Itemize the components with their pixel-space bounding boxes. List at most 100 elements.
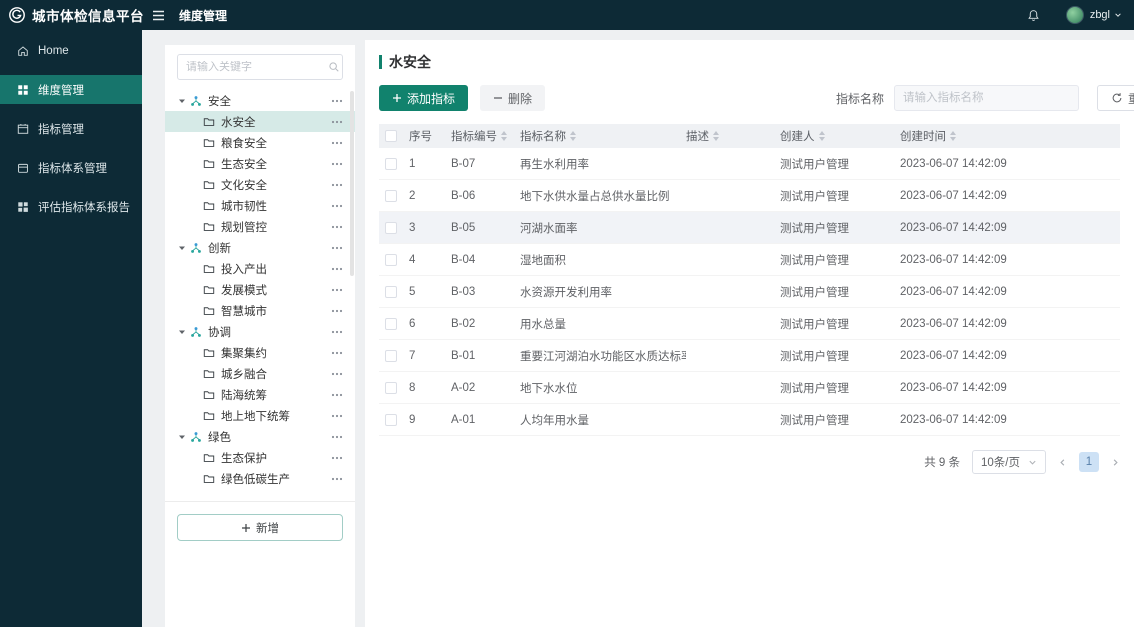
sort-icon[interactable] bbox=[570, 131, 576, 141]
table-row[interactable]: 7 B-01 重要江河湖泊水功能区水质达标率 测试用户管理 2023-06-07 14:… bbox=[379, 340, 1120, 372]
tree-group-node[interactable]: 绿色 bbox=[165, 426, 355, 447]
reset-button[interactable]: 重置 bbox=[1096, 85, 1134, 111]
tree-child-label: 生态保护 bbox=[221, 452, 267, 465]
tree-group-node[interactable]: 协调 bbox=[165, 321, 355, 342]
row-checkbox[interactable] bbox=[385, 317, 397, 330]
sort-icon[interactable] bbox=[713, 131, 719, 141]
row-checkbox[interactable] bbox=[385, 221, 397, 234]
table-row[interactable]: 9 A-01 人均年用水量 测试用户管理 2023-06-07 14:42:09 bbox=[379, 404, 1120, 436]
more-actions-icon[interactable] bbox=[331, 246, 343, 250]
more-actions-icon[interactable] bbox=[331, 99, 343, 103]
sort-icon[interactable] bbox=[950, 131, 956, 141]
search-icon[interactable] bbox=[328, 61, 340, 73]
more-actions-icon[interactable] bbox=[331, 330, 343, 334]
tree-child-node[interactable]: 投入产出 bbox=[165, 258, 355, 279]
sidebar-item-2[interactable]: 指标管理 bbox=[0, 114, 142, 143]
notification-bell-icon[interactable] bbox=[1027, 9, 1040, 22]
more-actions-icon[interactable] bbox=[331, 162, 343, 166]
more-actions-icon[interactable] bbox=[331, 477, 343, 481]
page-size-select[interactable]: 10条/页 bbox=[972, 450, 1046, 474]
table-row[interactable]: 4 B-04 湿地面积 测试用户管理 2023-06-07 14:42:09 bbox=[379, 244, 1120, 276]
tree-child-node[interactable]: 陆海统筹 bbox=[165, 384, 355, 405]
more-actions-icon[interactable] bbox=[331, 225, 343, 229]
prev-page-button[interactable] bbox=[1058, 458, 1067, 467]
table-row[interactable]: 8 A-02 地下水水位 测试用户管理 2023-06-07 14:42:09 bbox=[379, 372, 1120, 404]
sidebar-nav: Home 维度管理指标管理指标体系管理 评估指标体系报告 bbox=[0, 30, 142, 627]
user-menu[interactable]: zbgl bbox=[1090, 9, 1122, 21]
more-actions-icon[interactable] bbox=[331, 456, 343, 460]
sort-icon[interactable] bbox=[501, 131, 507, 141]
add-indicator-button[interactable]: 添加指标 bbox=[379, 85, 469, 111]
more-actions-icon[interactable] bbox=[331, 141, 343, 145]
tree-child-node[interactable]: 发展模式 bbox=[165, 279, 355, 300]
sidebar-item-home[interactable]: Home bbox=[0, 36, 142, 65]
home-icon bbox=[17, 45, 29, 57]
more-actions-icon[interactable] bbox=[331, 288, 343, 292]
add-dimension-button[interactable]: 新增 bbox=[177, 514, 343, 541]
row-checkbox[interactable] bbox=[385, 253, 397, 266]
cell-no: 7 bbox=[409, 349, 416, 362]
caret-down-icon[interactable] bbox=[178, 97, 190, 105]
more-actions-icon[interactable] bbox=[331, 435, 343, 439]
caret-down-icon[interactable] bbox=[178, 244, 190, 252]
row-checkbox[interactable] bbox=[385, 349, 397, 362]
more-actions-icon[interactable] bbox=[331, 372, 343, 376]
sidebar-item-1[interactable]: 维度管理 bbox=[0, 75, 142, 104]
caret-down-icon[interactable] bbox=[178, 433, 190, 441]
more-actions-icon[interactable] bbox=[331, 204, 343, 208]
tree-group-label: 协调 bbox=[208, 326, 231, 339]
table-row[interactable]: 5 B-03 水资源开发利用率 测试用户管理 2023-06-07 14:42:09 bbox=[379, 276, 1120, 308]
table-row[interactable]: 2 B-06 地下水供水量占总供水量比例 测试用户管理 2023-06-07 14:42… bbox=[379, 180, 1120, 212]
tree-child-node[interactable]: 绿色低碳生产 bbox=[165, 468, 355, 489]
tree-child-node[interactable]: 生态安全 bbox=[165, 153, 355, 174]
table-row[interactable]: 1 B-07 再生水利用率 测试用户管理 2023-06-07 14:42:09 bbox=[379, 148, 1120, 180]
page-number-button[interactable]: 1 bbox=[1079, 452, 1099, 472]
row-checkbox[interactable] bbox=[385, 189, 397, 202]
more-actions-icon[interactable] bbox=[331, 351, 343, 355]
tree-child-node[interactable]: 智慧城市 bbox=[165, 300, 355, 321]
cell-code: B-05 bbox=[451, 221, 476, 234]
more-actions-icon[interactable] bbox=[331, 120, 343, 124]
tree-child-node[interactable]: 地上地下统筹 bbox=[165, 405, 355, 426]
tree-child-node[interactable]: 集聚集约 bbox=[165, 342, 355, 363]
title-accent-bar bbox=[379, 55, 382, 69]
more-actions-icon[interactable] bbox=[331, 309, 343, 313]
tree-child-label: 绿色低碳生产 bbox=[221, 473, 290, 486]
tree-child-node[interactable]: 粮食安全 bbox=[165, 132, 355, 153]
user-avatar[interactable] bbox=[1065, 6, 1084, 24]
cell-creator: 测试用户管理 bbox=[780, 318, 849, 331]
more-actions-icon[interactable] bbox=[331, 393, 343, 397]
tree-group-node[interactable]: 创新 bbox=[165, 237, 355, 258]
tree-child-node[interactable]: 城市韧性 bbox=[165, 195, 355, 216]
tree-scrollbar[interactable] bbox=[350, 91, 354, 276]
tree-child-node[interactable]: 文化安全 bbox=[165, 174, 355, 195]
more-actions-icon[interactable] bbox=[331, 414, 343, 418]
tree-child-node[interactable]: 水安全 bbox=[165, 111, 355, 132]
table-row[interactable]: 6 B-02 用水总量 测试用户管理 2023-06-07 14:42:09 bbox=[379, 308, 1120, 340]
indicator-name-input[interactable] bbox=[893, 85, 1079, 111]
row-checkbox[interactable] bbox=[385, 157, 397, 170]
tree-search-input[interactable] bbox=[186, 61, 328, 73]
select-all-checkbox[interactable] bbox=[385, 130, 397, 142]
row-checkbox[interactable] bbox=[385, 381, 397, 394]
caret-down-icon[interactable] bbox=[178, 328, 190, 336]
tree-child-node[interactable]: 规划管控 bbox=[165, 216, 355, 237]
sidebar-item-3[interactable]: 指标体系管理 bbox=[0, 153, 142, 182]
cell-name: 重要江河湖泊水功能区水质达标率 bbox=[520, 350, 686, 363]
tree-child-node[interactable]: 生态保护 bbox=[165, 447, 355, 468]
tree-child-node[interactable]: 城乡融合 bbox=[165, 363, 355, 384]
sort-icon[interactable] bbox=[818, 131, 825, 141]
more-actions-icon[interactable] bbox=[331, 267, 343, 271]
next-page-button[interactable] bbox=[1111, 458, 1120, 467]
row-checkbox[interactable] bbox=[385, 413, 397, 426]
cell-code: B-04 bbox=[451, 253, 476, 266]
delete-label: 删除 bbox=[508, 91, 533, 106]
sidebar-item-4[interactable]: 评估指标体系报告 bbox=[0, 192, 142, 221]
tree-group-node[interactable]: 安全 bbox=[165, 90, 355, 111]
hamburger-menu-icon[interactable] bbox=[152, 10, 165, 21]
table-row[interactable]: 3 B-05 河湖水面率 测试用户管理 2023-06-07 14:42:09 bbox=[379, 212, 1120, 244]
row-checkbox[interactable] bbox=[385, 285, 397, 298]
delete-button[interactable]: 删除 bbox=[480, 85, 546, 111]
cell-created: 2023-06-07 14:42:09 bbox=[900, 189, 1007, 202]
more-actions-icon[interactable] bbox=[331, 183, 343, 187]
